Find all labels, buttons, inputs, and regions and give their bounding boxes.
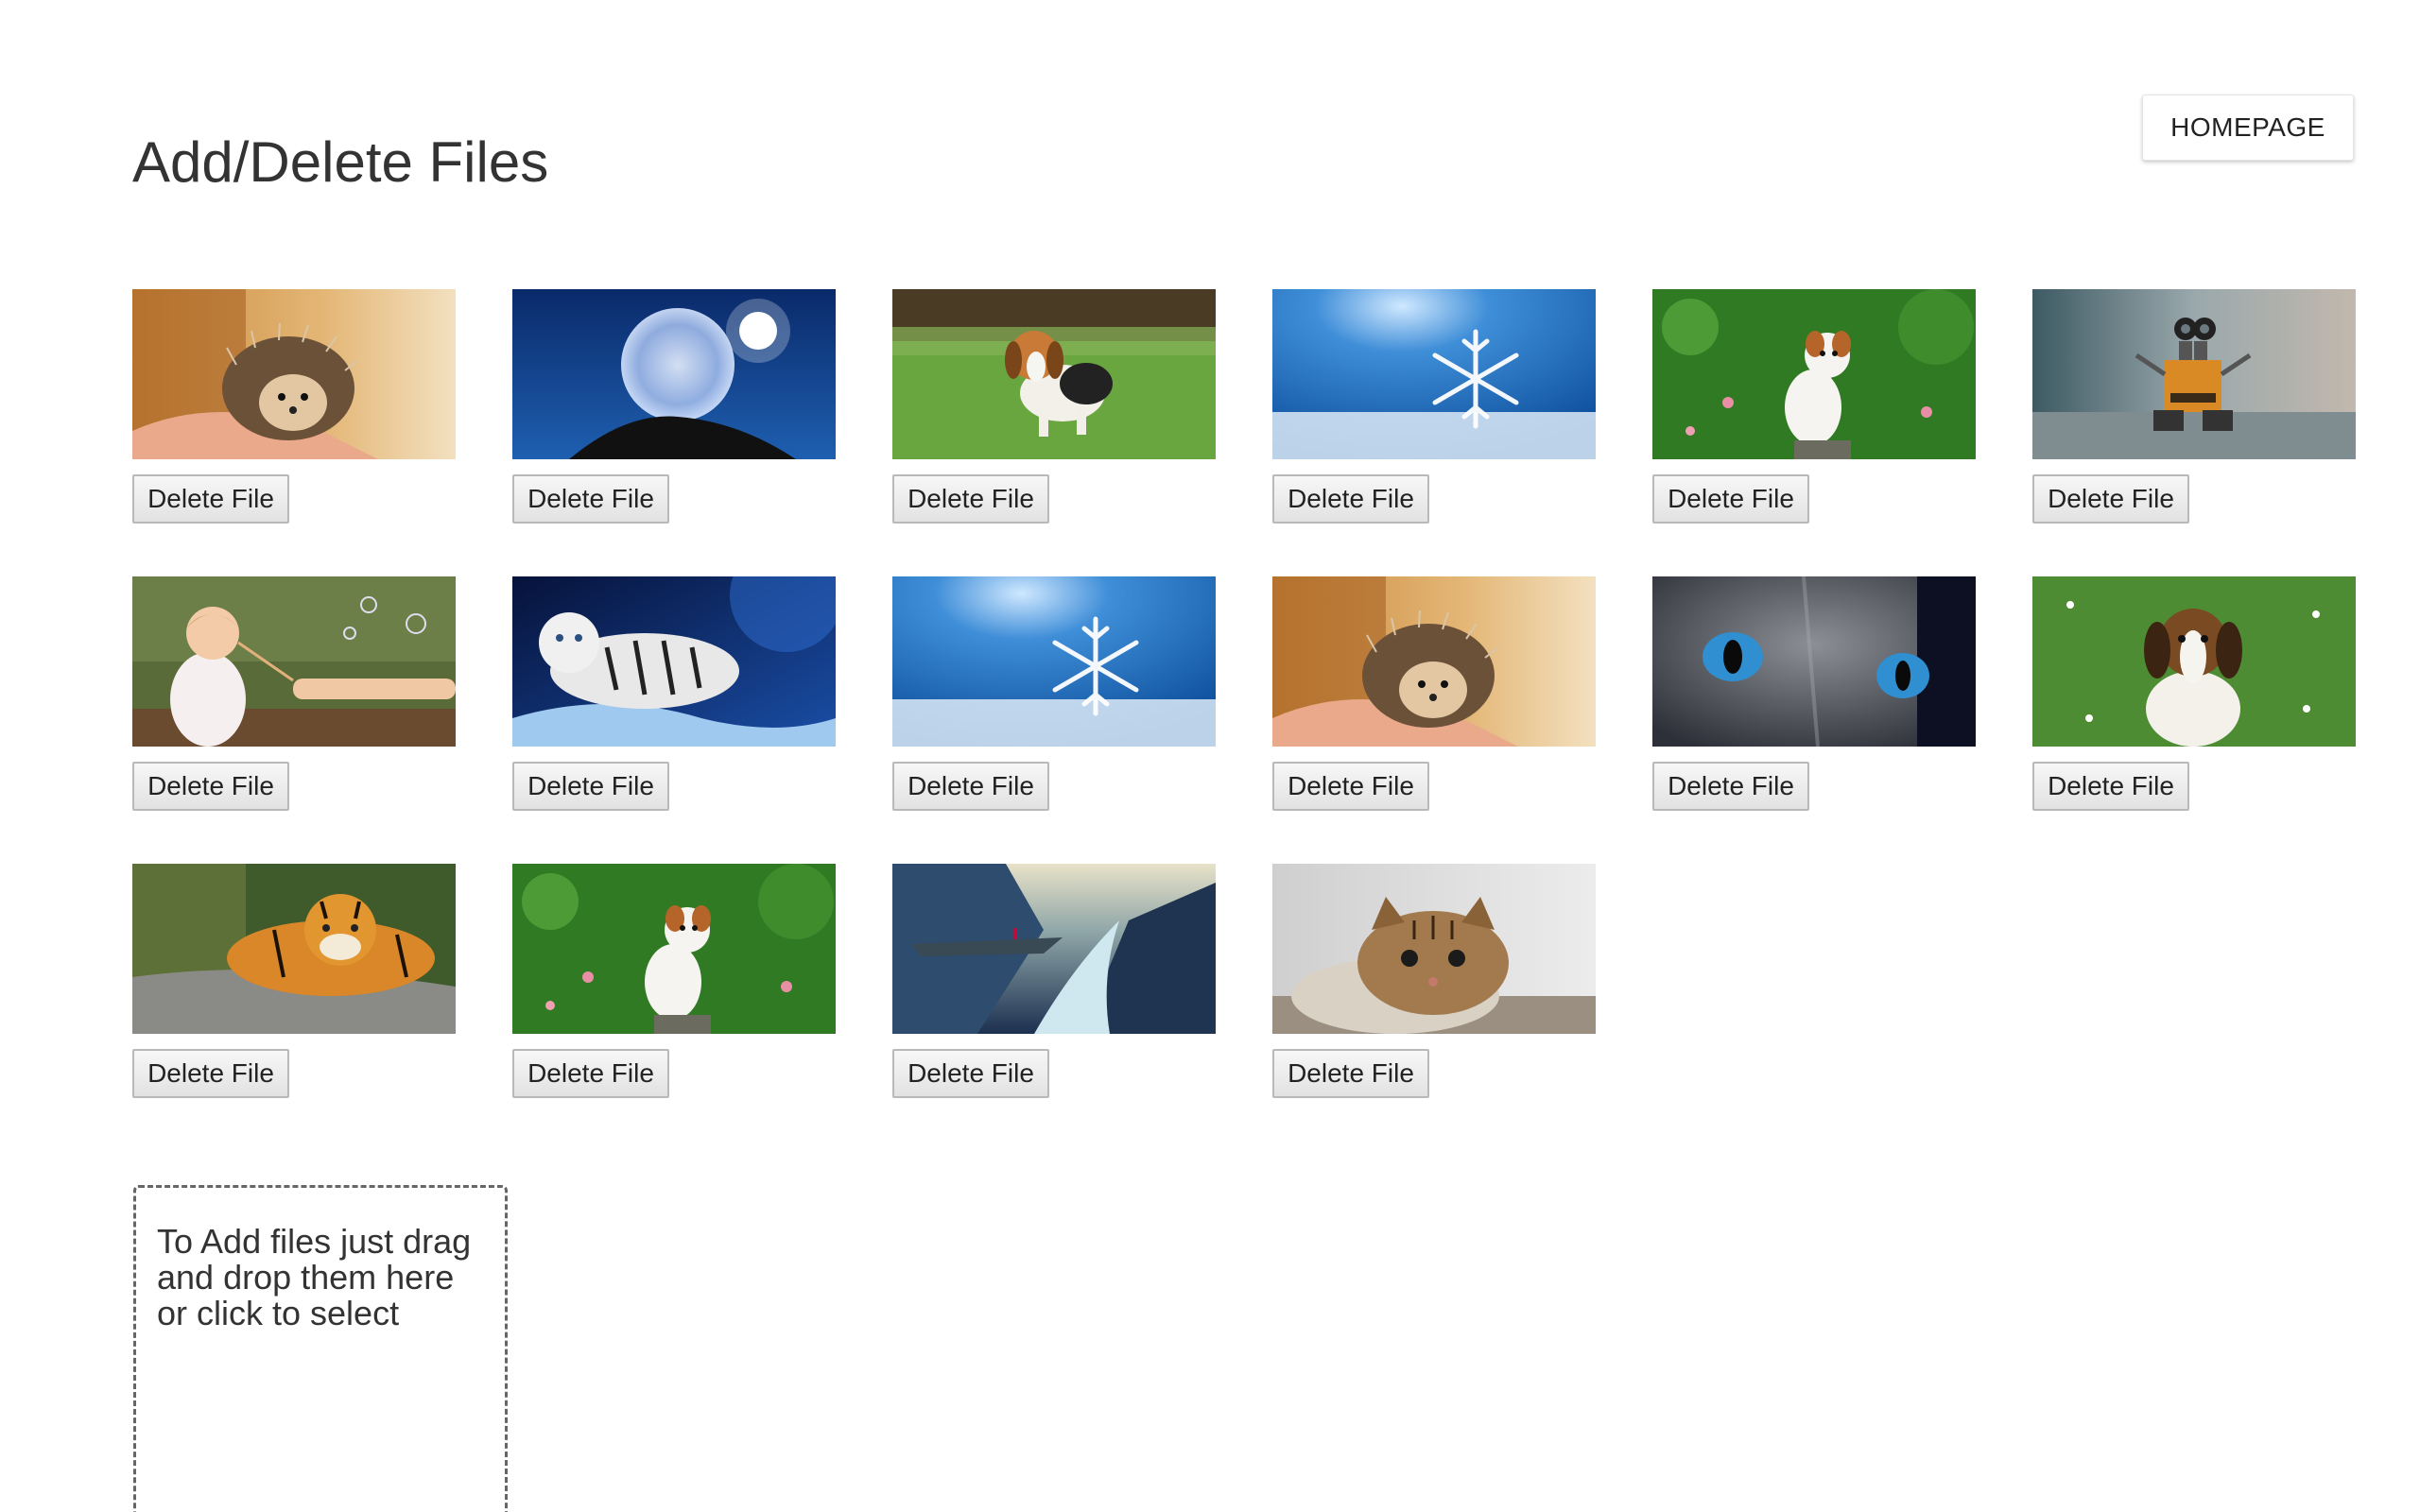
page-title: Add/Delete Files [132,130,549,194]
hedgehog-thumbnail [1272,576,1596,747]
cat-blue-eyes-thumbnail [1652,576,1976,747]
delete-file-button[interactable]: Delete File [1652,762,1809,811]
page: Add/Delete Files HOMEPAGE Delete File De… [0,0,2420,1512]
file-item: Delete File [1652,576,1976,811]
delete-file-button[interactable]: Delete File [132,762,289,811]
file-item: Delete File [892,864,1216,1098]
file-dropzone[interactable]: To Add files just drag and drop them her… [133,1185,508,1512]
wall-e-robot-thumbnail [2032,289,2356,459]
delete-file-button[interactable]: Delete File [892,1049,1049,1098]
fjord-landscape-thumbnail [892,864,1216,1034]
homepage-button[interactable]: HOMEPAGE [2142,94,2354,161]
puppy-on-grass-thumbnail [512,864,836,1034]
file-item: Delete File [1652,289,1976,524]
file-item: Delete File [1272,289,1596,524]
delete-file-button[interactable]: Delete File [512,762,669,811]
delete-file-button[interactable]: Delete File [1652,474,1809,524]
file-item: Delete File [1272,576,1596,811]
snowflake-thumbnail [892,576,1216,747]
delete-file-button[interactable]: Delete File [512,1049,669,1098]
puppy-on-grass-thumbnail [1652,289,1976,459]
delete-file-button[interactable]: Delete File [1272,762,1429,811]
file-item: Delete File [1272,864,1596,1098]
file-item: Delete File [892,289,1216,524]
file-item: Delete File [132,864,456,1098]
file-item: Delete File [512,289,836,524]
file-grid: Delete File Delete File Delete File Dele… [132,289,2358,1098]
file-item: Delete File [512,576,836,811]
bubble-moon-thumbnail [512,289,836,459]
file-item: Delete File [132,576,456,811]
delete-file-button[interactable]: Delete File [2032,474,2189,524]
tiger-thumbnail [132,864,456,1034]
file-item: Delete File [2032,576,2356,811]
delete-file-button[interactable]: Delete File [1272,1049,1429,1098]
file-item: Delete File [892,576,1216,811]
white-tiger-thumbnail [512,576,836,747]
dropzone-label: To Add files just drag and drop them her… [157,1222,472,1332]
kitten-thumbnail [1272,864,1596,1034]
delete-file-button[interactable]: Delete File [132,474,289,524]
hedgehog-thumbnail [132,289,456,459]
snowflake-thumbnail [1272,289,1596,459]
delete-file-button[interactable]: Delete File [512,474,669,524]
delete-file-button[interactable]: Delete File [892,762,1049,811]
beagle-puppy-sitting-thumbnail [2032,576,2356,747]
file-item: Delete File [512,864,836,1098]
file-item: Delete File [2032,289,2356,524]
delete-file-button[interactable]: Delete File [132,1049,289,1098]
delete-file-button[interactable]: Delete File [2032,762,2189,811]
delete-file-button[interactable]: Delete File [892,474,1049,524]
beagle-puppy-running-thumbnail [892,289,1216,459]
file-item: Delete File [132,289,456,524]
girl-blowing-bubbles-thumbnail [132,576,456,747]
delete-file-button[interactable]: Delete File [1272,474,1429,524]
